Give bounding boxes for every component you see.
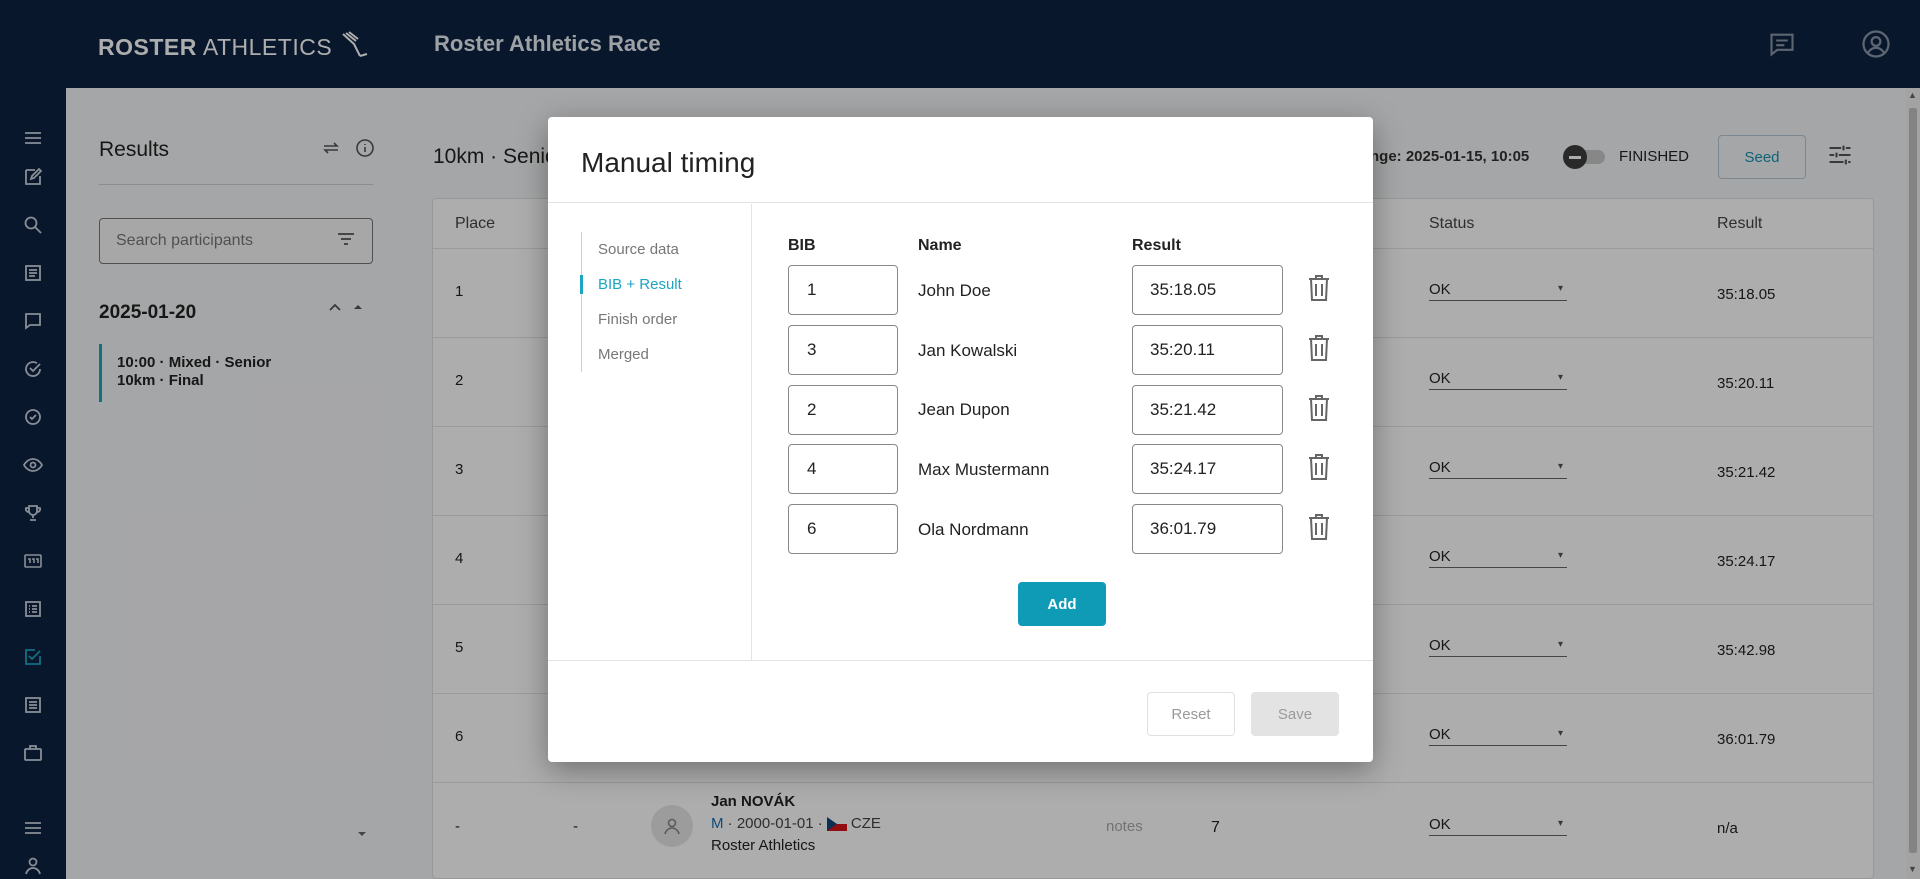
column-header-name: Name [918,237,962,254]
manual-timing-dialog: Manual timing Source data BIB + Result F… [548,117,1373,762]
result-input[interactable]: 35:24.17 [1132,444,1283,494]
nav-merged[interactable]: Merged [582,337,701,372]
bib-input[interactable]: 3 [788,325,898,375]
nav-finish-order[interactable]: Finish order [582,302,701,337]
column-header-bib: BIB [788,237,816,254]
result-input[interactable]: 35:21.42 [1132,385,1283,435]
delete-icon[interactable] [1304,273,1334,303]
column-header-result: Result [1132,237,1181,254]
entry-name: Ola Nordmann [918,520,1029,539]
reset-button[interactable]: Reset [1147,692,1235,736]
dialog-title: Manual timing [581,147,756,178]
result-input[interactable]: 35:18.05 [1132,265,1283,315]
delete-icon[interactable] [1304,452,1334,482]
delete-icon[interactable] [1304,333,1334,363]
timing-mode-nav: Source data BIB + Result Finish order Me… [580,232,701,372]
bib-input[interactable]: 4 [788,444,898,494]
nav-source-data[interactable]: Source data [582,232,701,267]
result-input[interactable]: 35:20.11 [1132,325,1283,375]
bib-input[interactable]: 1 [788,265,898,315]
dialog-vertical-divider [751,204,752,660]
nav-bib-result[interactable]: BIB + Result [580,267,701,302]
entry-name: John Doe [918,281,991,300]
entry-name: Jan Kowalski [918,341,1018,360]
delete-icon[interactable] [1304,393,1334,423]
entry-name: Jean Dupon [918,400,1010,419]
add-entry-button[interactable]: Add [1018,582,1106,626]
result-input[interactable]: 36:01.79 [1132,504,1283,554]
bib-input[interactable]: 6 [788,504,898,554]
save-button[interactable]: Save [1251,692,1339,736]
dialog-footer-divider [548,660,1373,661]
entry-name: Max Mustermann [918,460,1050,479]
dialog-header-divider [548,202,1373,203]
bib-input[interactable]: 2 [788,385,898,435]
delete-icon[interactable] [1304,512,1334,542]
